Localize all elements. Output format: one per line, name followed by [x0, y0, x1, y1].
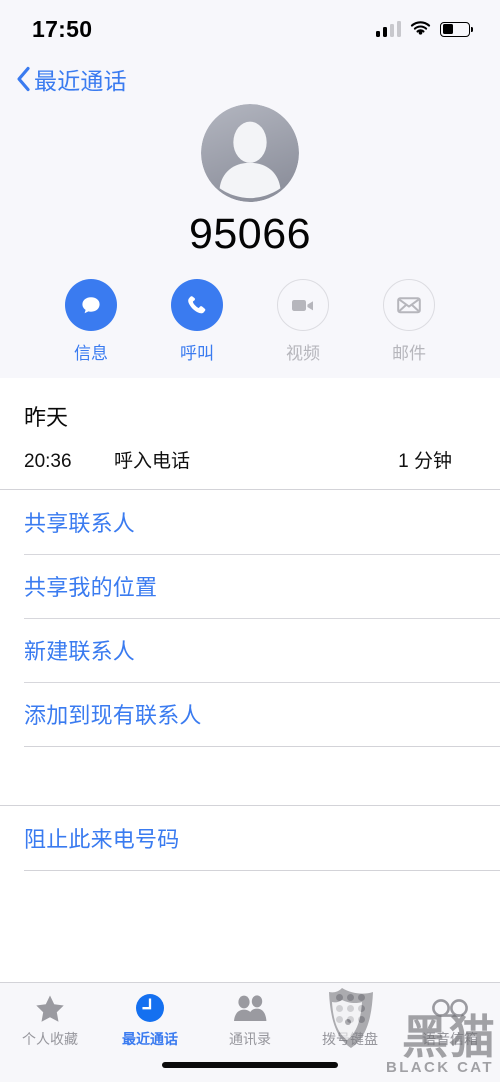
option-create-new-contact[interactable]: 新建联系人 [0, 618, 500, 682]
contact-number: 95066 [188, 210, 312, 258]
back-button-label: 最近通话 [34, 68, 127, 94]
call-duration: 1 分钟 [398, 451, 452, 473]
voicemail-icon [432, 999, 468, 1017]
action-message-label: 信息 [74, 344, 108, 364]
call-history-section: 昨天 20:36 呼入电话 1 分钟 [0, 378, 500, 490]
tab-keypad[interactable]: 拨号键盘 [300, 992, 400, 1049]
status-time: 17:50 [32, 15, 93, 42]
tab-voicemail[interactable]: 语音信箱 [400, 992, 500, 1049]
option-block-caller[interactable]: 阻止此来电号码 [0, 806, 500, 870]
battery-icon [440, 21, 473, 37]
cellular-signal-icon [375, 21, 401, 37]
call-history-row: 20:36 呼入电话 1 分钟 [24, 446, 476, 473]
call-type: 呼入电话 [114, 451, 191, 473]
action-buttons: 信息 呼叫 视频 邮件 [0, 279, 500, 364]
star-icon-wrap [0, 992, 100, 1024]
contact-options-list: 共享联系人 共享我的位置 新建联系人 添加到现有联系人 [0, 489, 500, 747]
dialpad-icon-wrap [300, 992, 400, 1024]
list-group-gap [0, 747, 500, 806]
tab-voicemail-label: 语音信箱 [422, 1031, 478, 1047]
message-button-circle [65, 279, 117, 332]
tab-recents[interactable]: 最近通话 [100, 992, 200, 1049]
contacts-people-icon [234, 995, 267, 1021]
person-placeholder-avatar [201, 104, 299, 202]
wifi-icon [410, 21, 431, 35]
action-mail-label: 邮件 [392, 344, 426, 364]
option-share-contact[interactable]: 共享联系人 [0, 490, 500, 554]
action-message[interactable]: 信息 [62, 279, 120, 364]
mail-button-circle [383, 279, 435, 332]
back-button[interactable]: 最近通话 [16, 62, 127, 96]
dialpad-icon [335, 993, 365, 1023]
action-call[interactable]: 呼叫 [168, 279, 226, 364]
home-indicator [162, 1062, 338, 1068]
tab-bar: 个人收藏 最近通话 通讯录 拨号键盘 语音信箱 [0, 982, 500, 1082]
star-icon [36, 995, 64, 1022]
chevron-left-icon [17, 66, 30, 92]
action-mail[interactable]: 邮件 [380, 279, 438, 364]
action-video[interactable]: 视频 [274, 279, 332, 364]
message-bubble-icon [82, 297, 100, 314]
contact-profile: 95066 [0, 98, 500, 257]
call-history-day: 昨天 [24, 405, 69, 431]
call-button-circle [171, 279, 223, 332]
phone-handset-icon [188, 296, 206, 314]
tab-favorites-label: 个人收藏 [22, 1031, 78, 1047]
empty-space [0, 871, 500, 992]
option-add-to-existing-contact[interactable]: 添加到现有联系人 [0, 682, 500, 746]
contact-header: 最近通话 95066 信息 呼叫 视频 邮件 [0, 58, 500, 379]
voicemail-icon-wrap [400, 992, 500, 1024]
contacts-people-icon-wrap [200, 992, 300, 1024]
mail-envelope-icon [397, 297, 421, 314]
block-option-group: 阻止此来电号码 [0, 805, 500, 871]
tab-keypad-label: 拨号键盘 [322, 1031, 378, 1047]
call-time: 20:36 [24, 451, 72, 473]
action-call-label: 呼叫 [180, 344, 214, 364]
clock-icon [136, 994, 164, 1022]
tab-favorites[interactable]: 个人收藏 [0, 992, 100, 1049]
tab-contacts-label: 通讯录 [229, 1031, 271, 1047]
phone-screen: 17:50 最近通话 95066 信息 呼叫 视频 邮件 昨天 20:36 呼入… [0, 0, 500, 1082]
video-button-circle [277, 279, 329, 332]
tab-contacts[interactable]: 通讯录 [200, 992, 300, 1049]
status-bar: 17:50 [0, 0, 500, 58]
tab-recents-label: 最近通话 [122, 1031, 178, 1047]
video-camera-icon [292, 300, 313, 312]
status-indicators [375, 21, 473, 37]
clock-icon-wrap [100, 992, 200, 1024]
option-share-my-location[interactable]: 共享我的位置 [0, 554, 500, 618]
action-video-label: 视频 [286, 344, 320, 364]
navigation-bar: 最近通话 [0, 58, 500, 98]
